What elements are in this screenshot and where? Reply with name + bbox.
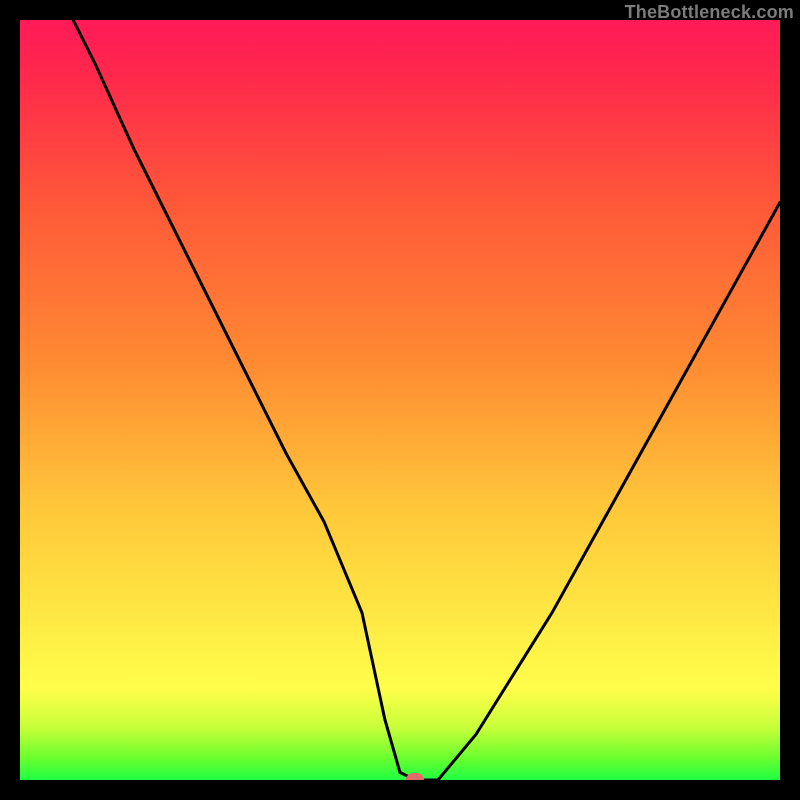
bottleneck-curve [20,20,780,780]
chart-container: TheBottleneck.com [0,0,800,800]
optimal-marker [406,773,424,780]
plot-area [20,20,780,780]
